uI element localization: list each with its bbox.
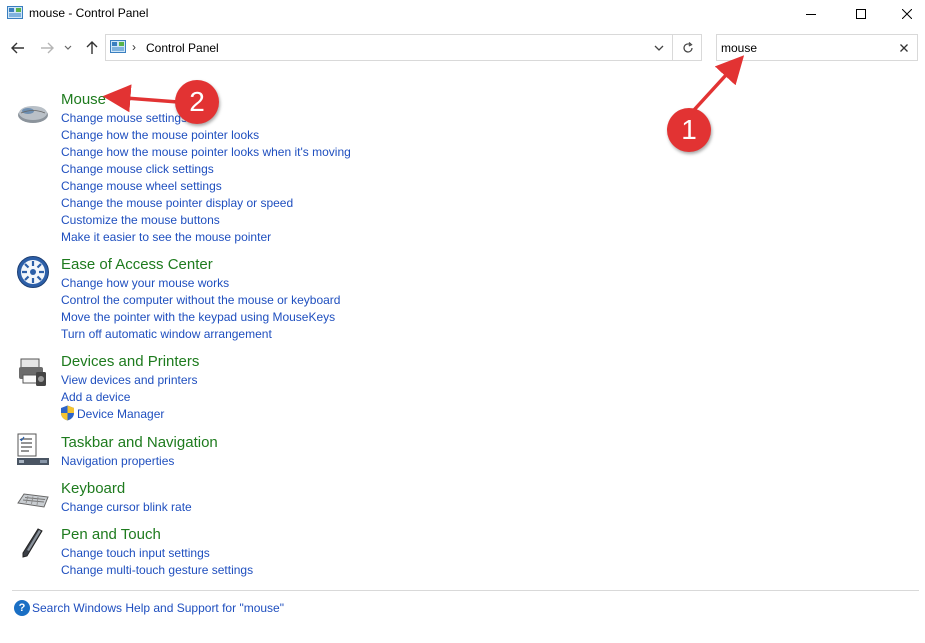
search-box[interactable] bbox=[716, 34, 918, 61]
group-link[interactable]: Change cursor blink rate bbox=[61, 500, 192, 514]
group-link[interactable]: Change mouse wheel settings bbox=[61, 179, 222, 193]
help-link-text[interactable]: Search Windows Help and Support for "mou… bbox=[32, 601, 284, 615]
group-title[interactable]: Mouse bbox=[61, 91, 106, 108]
group-link[interactable]: Change mouse settings bbox=[61, 111, 187, 125]
group-title[interactable]: Ease of Access Center bbox=[61, 256, 213, 273]
forward-button[interactable] bbox=[37, 37, 57, 59]
annotation-arrow-1 bbox=[692, 55, 745, 112]
annotation-badge-2: 2 bbox=[175, 80, 219, 124]
mouse-icon bbox=[18, 106, 48, 123]
printer-icon bbox=[19, 358, 46, 386]
keyboard-icon bbox=[17, 493, 49, 508]
breadcrumb-control-panel[interactable]: Control Panel bbox=[146, 41, 219, 55]
minimize-icon bbox=[806, 14, 816, 15]
group-link[interactable]: Navigation properties bbox=[61, 454, 174, 468]
group-link[interactable]: Change multi-touch gesture settings bbox=[61, 563, 253, 577]
close-button[interactable] bbox=[884, 0, 925, 28]
taskbar-icon bbox=[17, 433, 49, 465]
group-title[interactable]: Devices and Printers bbox=[61, 353, 199, 370]
group-link[interactable]: Change how your mouse works bbox=[61, 276, 229, 290]
title-bar: mouse - Control Panel bbox=[0, 0, 925, 28]
window-title: mouse - Control Panel bbox=[29, 6, 149, 20]
chevron-down-icon bbox=[64, 45, 72, 50]
group-link[interactable]: Move the pointer with the keypad using M… bbox=[61, 310, 335, 324]
annotation-badge-1: 1 bbox=[667, 108, 711, 152]
group-link[interactable]: Change how the mouse pointer looks when … bbox=[61, 145, 351, 159]
group-title[interactable]: Taskbar and Navigation bbox=[61, 434, 218, 451]
control-panel-icon bbox=[7, 6, 23, 19]
search-input[interactable] bbox=[721, 39, 891, 56]
group-link[interactable]: Change how the mouse pointer looks bbox=[61, 128, 259, 142]
uac-shield-icon bbox=[61, 405, 74, 421]
back-button[interactable] bbox=[8, 37, 28, 59]
close-icon bbox=[902, 9, 912, 19]
arrow-left-icon bbox=[11, 42, 24, 54]
group-link[interactable]: Change the mouse pointer display or spee… bbox=[61, 196, 293, 210]
refresh-icon bbox=[682, 41, 693, 53]
arrow-right-icon bbox=[41, 42, 54, 54]
clear-search-button[interactable] bbox=[895, 39, 913, 57]
ease-of-access-icon bbox=[17, 256, 49, 288]
maximize-icon bbox=[856, 9, 866, 19]
refresh-button[interactable] bbox=[672, 35, 702, 60]
close-icon bbox=[900, 44, 908, 52]
minimize-button[interactable] bbox=[788, 0, 834, 28]
group-link[interactable]: Make it easier to see the mouse pointer bbox=[61, 230, 271, 244]
arrow-up-icon bbox=[86, 41, 98, 54]
breadcrumb-separator[interactable]: › bbox=[132, 40, 136, 54]
group-title[interactable]: Pen and Touch bbox=[61, 526, 161, 543]
group-link[interactable]: Change mouse click settings bbox=[61, 162, 214, 176]
control-panel-icon bbox=[110, 40, 126, 53]
group-link[interactable]: Turn off automatic window arrangement bbox=[61, 327, 272, 341]
chevron-down-icon bbox=[654, 45, 664, 51]
maximize-button[interactable] bbox=[838, 0, 884, 28]
address-dropdown-button[interactable] bbox=[646, 35, 672, 60]
group-link[interactable]: View devices and printers bbox=[61, 373, 198, 387]
group-link[interactable]: Customize the mouse buttons bbox=[61, 213, 220, 227]
group-title[interactable]: Keyboard bbox=[61, 480, 125, 497]
group-link[interactable]: Add a device bbox=[61, 390, 130, 404]
divider bbox=[12, 590, 919, 591]
help-icon: ? bbox=[14, 600, 30, 616]
pen-icon bbox=[22, 528, 43, 558]
annotation-arrow-2 bbox=[102, 84, 179, 113]
group-link[interactable]: Control the computer without the mouse o… bbox=[61, 293, 340, 307]
up-button[interactable] bbox=[82, 37, 102, 59]
address-bar[interactable]: › Control Panel bbox=[105, 34, 702, 61]
recent-locations-button[interactable] bbox=[61, 37, 75, 59]
group-link[interactable]: Device Manager bbox=[77, 407, 164, 421]
group-link[interactable]: Change touch input settings bbox=[61, 546, 210, 560]
